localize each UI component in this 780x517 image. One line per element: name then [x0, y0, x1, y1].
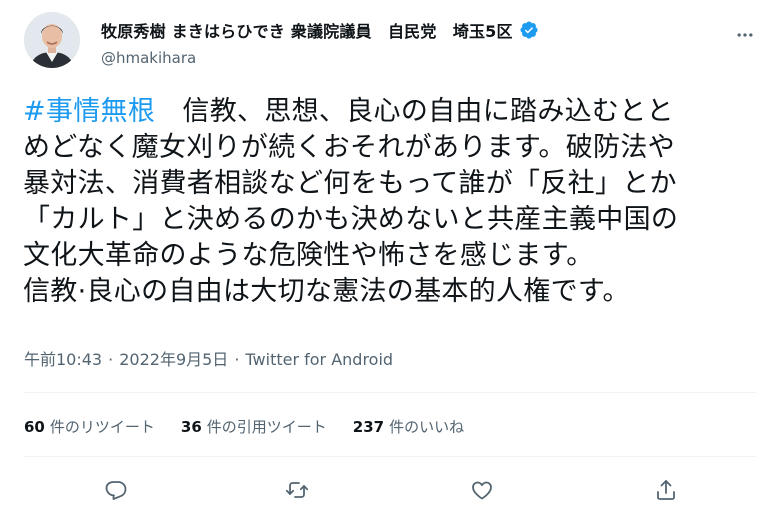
tweet-line-1: #事情無根 信教、思想、良心の自由に踏み込むとと: [23, 94, 763, 130]
hashtag-link[interactable]: #事情無根: [23, 96, 155, 127]
tweet-stats: 60 件のリツイート 36 件の引用ツイート 237 件のいいね: [24, 416, 464, 437]
like-icon: [472, 481, 492, 500]
like-button[interactable]: [462, 470, 502, 510]
display-name[interactable]: 牧原秀樹 まきはらひでき 衆議院議員 自民党 埼玉5区: [101, 18, 513, 42]
tweet-date[interactable]: 2022年9月5日: [119, 350, 228, 369]
user-handle[interactable]: @hmakihara: [101, 49, 196, 67]
share-icon: [657, 480, 675, 500]
like-count[interactable]: 237 件のいいね: [353, 416, 464, 437]
reply-button[interactable]: [96, 470, 136, 510]
tweet-line-2: めどなく魔女刈りが続くおそれがあります。破防法や: [23, 132, 675, 163]
tweet-card: 牧原秀樹 まきはらひでき 衆議院議員 自民党 埼玉5区 @hmakihara #…: [0, 0, 780, 517]
divider: [24, 456, 756, 457]
name-row: 牧原秀樹 まきはらひでき 衆議院議員 自民党 埼玉5区: [101, 18, 539, 42]
tweet-line-1-text: 信教、思想、良心の自由に踏み込むとと: [155, 96, 674, 127]
tweet-text: #事情無根 信教、思想、良心の自由に踏み込むとと めどなく魔女刈りが続くおそれが…: [23, 94, 763, 310]
quote-tweet-count[interactable]: 36 件の引用ツイート: [181, 416, 327, 437]
tweet-meta: 午前10:43 · 2022年9月5日 · Twitter for Android: [24, 346, 393, 370]
stat-label: 件のリツイート: [49, 418, 155, 436]
tweet-header: 牧原秀樹 まきはらひでき 衆議院議員 自民党 埼玉5区 @hmakihara: [0, 0, 780, 90]
avatar[interactable]: [24, 12, 80, 68]
retweet-icon: [285, 482, 309, 498]
verified-badge-icon: [519, 20, 539, 40]
more-options-button[interactable]: [728, 18, 762, 52]
stat-label: 件の引用ツイート: [206, 418, 327, 436]
retweet-button[interactable]: [277, 470, 317, 510]
action-bar: [0, 470, 780, 510]
tweet-line-6: 信教·良心の自由は大切な憲法の基本的人権です。: [23, 276, 630, 307]
tweet-line-5: 文化大革命のような危険性や怖さを感じます。: [23, 240, 594, 271]
tweet-line-3: 暴対法、消費者相談など何をもって誰が「反社」とか: [23, 168, 677, 199]
retweet-count[interactable]: 60 件のリツイート: [24, 416, 155, 437]
stat-count: 60: [24, 418, 45, 436]
meta-separator: ·: [108, 350, 114, 369]
tweet-source[interactable]: Twitter for Android: [245, 350, 393, 369]
divider: [24, 392, 756, 393]
stat-label: 件のいいね: [389, 418, 465, 436]
stat-count: 36: [180, 418, 202, 436]
share-button[interactable]: [646, 470, 686, 510]
reply-icon: [105, 481, 127, 500]
avatar-image: [24, 12, 80, 68]
stat-count: 237: [352, 418, 385, 436]
meta-separator: ·: [234, 350, 240, 369]
tweet-time[interactable]: 午前10:43: [24, 350, 102, 369]
more-icon: [737, 33, 753, 37]
tweet-line-4: 「カルト」と決めるのかも決めないと共産主義中国の: [23, 204, 679, 235]
